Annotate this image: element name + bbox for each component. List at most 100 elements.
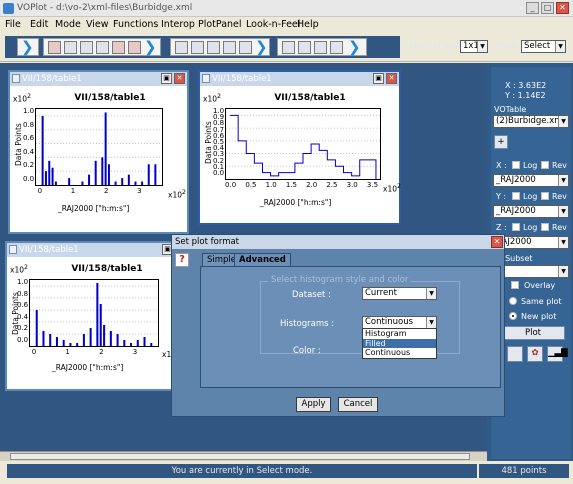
plot-button[interactable]: Plot (501, 326, 565, 340)
num-plots-select[interactable]: 1x1 ▼ (460, 40, 488, 53)
plot-canvas (30, 283, 158, 346)
votable-select[interactable]: (2)Burbidge.xml ▼ (493, 115, 569, 128)
z-log-label: Log (523, 223, 538, 232)
layers-tool-icon[interactable] (128, 41, 141, 54)
plot-frame-2-titlebar[interactable]: VII/158/table1 ▣ ✕ (200, 72, 399, 86)
plot-2: VII/158/table1 x102 Data Points 1.0 0.9 0.… (200, 86, 401, 223)
z-rev-checkbox[interactable] (541, 223, 549, 231)
table-icon[interactable] (507, 346, 523, 362)
y-log-checkbox[interactable] (512, 192, 520, 200)
plot-axes[interactable] (35, 108, 163, 186)
x-log-checkbox[interactable] (512, 161, 520, 169)
maximize-icon[interactable]: ▣ (161, 73, 172, 84)
stats-tool-icon[interactable] (112, 41, 125, 54)
maximize-icon[interactable]: ▣ (373, 73, 384, 84)
mode-select[interactable]: Select ▼ (521, 40, 566, 53)
dialog-close-icon[interactable]: ✕ (491, 236, 503, 248)
expand-arrow-icon[interactable]: ❯ (255, 40, 268, 55)
histogram-bar (101, 157, 104, 185)
expand-arrow-icon[interactable]: ❯ (144, 40, 157, 55)
y-rev-checkbox[interactable] (541, 192, 549, 200)
dataset-select[interactable]: Current ▼ (362, 287, 437, 300)
y-rev-label: Rev (552, 192, 567, 201)
table-view-icon[interactable] (282, 41, 295, 54)
edit-tool-icon[interactable] (80, 41, 93, 54)
menu-help[interactable]: Help (297, 19, 319, 30)
close-button[interactable]: ✕ (556, 2, 569, 14)
plot-frame-1-titlebar[interactable]: VII/158/table1 ▣ ✕ (10, 72, 187, 86)
color-label: Color : (293, 346, 321, 356)
histogram-icon[interactable]: ▁▃▇ (547, 346, 568, 362)
menu-look-n-feel[interactable]: Look-n-Feel (246, 19, 300, 30)
toolbar: ❯ ❯ ❯ ❯ Num of plots 1x1 ▼ Mode Select ▼ (0, 32, 573, 62)
close-icon[interactable]: ✕ (386, 73, 397, 84)
x-tick-label: 2.5 (326, 181, 338, 189)
y-axis-label: Data Points (14, 123, 23, 166)
expand-arrow-icon[interactable]: ❯ (348, 40, 361, 55)
scrollbar-thumb[interactable] (10, 453, 470, 460)
new-plot-radio[interactable] (509, 312, 517, 320)
grid-tool-icon[interactable] (191, 41, 204, 54)
y-exp-power: 2 (216, 93, 221, 100)
plot-frame-3[interactable]: VII/158/table1 ▣ VII/158/table1 x102 Dat… (5, 241, 177, 391)
filter-tool-icon[interactable] (314, 41, 327, 54)
frame-tool-icon[interactable] (175, 41, 188, 54)
print-tool-icon[interactable] (239, 41, 252, 54)
plot-axes[interactable] (29, 279, 159, 347)
histograms-option[interactable]: Filled (363, 338, 436, 348)
help-icon[interactable]: ? (175, 253, 189, 267)
menu-mode[interactable]: Mode (55, 19, 81, 30)
dialog-titlebar[interactable]: Set plot format (172, 235, 504, 249)
add-button[interactable]: + (494, 135, 508, 149)
plot-axes[interactable] (225, 108, 381, 180)
same-plot-label: Same plot (521, 297, 562, 306)
table-tool-icon[interactable] (207, 41, 220, 54)
zoom-tool-icon[interactable] (96, 41, 109, 54)
z-log-checkbox[interactable] (512, 223, 520, 231)
histograms-option[interactable]: Histogram (363, 329, 436, 339)
frame-title: VII/158/table1 (212, 74, 272, 84)
plot-frame-2[interactable]: VII/158/table1 ▣ ✕ VII/158/table1 x102 D… (198, 70, 401, 225)
histogram-bar (154, 164, 157, 185)
layout-tool-icon[interactable] (223, 41, 236, 54)
x-column-select[interactable]: _RAJ2000 ▼ (493, 174, 569, 187)
histogram-tool-icon[interactable] (48, 41, 61, 54)
plot-frame-3-titlebar[interactable]: VII/158/table1 ▣ (7, 243, 175, 257)
histogram-bar (147, 164, 150, 185)
overlay-checkbox[interactable] (511, 281, 519, 289)
same-plot-radio[interactable] (509, 297, 517, 305)
x-rev-checkbox[interactable] (541, 161, 549, 169)
menu-view[interactable]: View (86, 19, 109, 30)
scatter-tool-icon[interactable] (64, 41, 77, 54)
export-tool-icon[interactable] (330, 41, 343, 54)
minimize-button[interactable]: _ (526, 2, 539, 14)
menu-plotpanel[interactable]: PlotPanel (198, 19, 242, 30)
y-tick-label: 0.8 (17, 289, 29, 298)
x-tick-label: 3 (137, 187, 142, 195)
y-exp-base: x10 (13, 94, 27, 104)
histogram-bar (54, 181, 57, 185)
fx-function-icon[interactable] (298, 41, 311, 54)
menu-functions[interactable]: Functions (113, 19, 158, 30)
menu-interop[interactable]: Interop (161, 19, 195, 30)
menu-file[interactable]: File (5, 19, 21, 30)
apply-button[interactable]: Apply (296, 397, 331, 412)
horizontal-scrollbar[interactable] (0, 451, 487, 461)
votable-value: (2)Burbidge.xml (496, 116, 565, 126)
tab-advanced[interactable]: Advanced (234, 253, 291, 267)
cancel-button[interactable]: Cancel (338, 397, 378, 412)
frame-icon (202, 74, 210, 83)
menu-edit[interactable]: Edit (30, 19, 48, 30)
y-tick-label: 1.0 (17, 278, 29, 286)
close-icon[interactable]: ✕ (174, 73, 185, 84)
set-plot-format-dialog: Set plot format ✕ ? Simple Advanced Sele… (171, 234, 505, 417)
expand-arrow-icon[interactable]: ❯ (21, 40, 34, 55)
y-column-select[interactable]: _RAJ2000 ▼ (493, 205, 569, 218)
histograms-option[interactable]: Continuous (363, 348, 436, 358)
frame-title: VII/158/table1 (19, 245, 79, 255)
maximize-button[interactable]: □ (541, 2, 554, 14)
y-tick-label: 0.0 (213, 169, 225, 177)
settings-icon[interactable]: ✿ (527, 346, 543, 362)
plot-frame-1[interactable]: VII/158/table1 ▣ ✕ VII/158/table1 x102 D… (8, 70, 189, 234)
histogram-bar (82, 334, 85, 346)
